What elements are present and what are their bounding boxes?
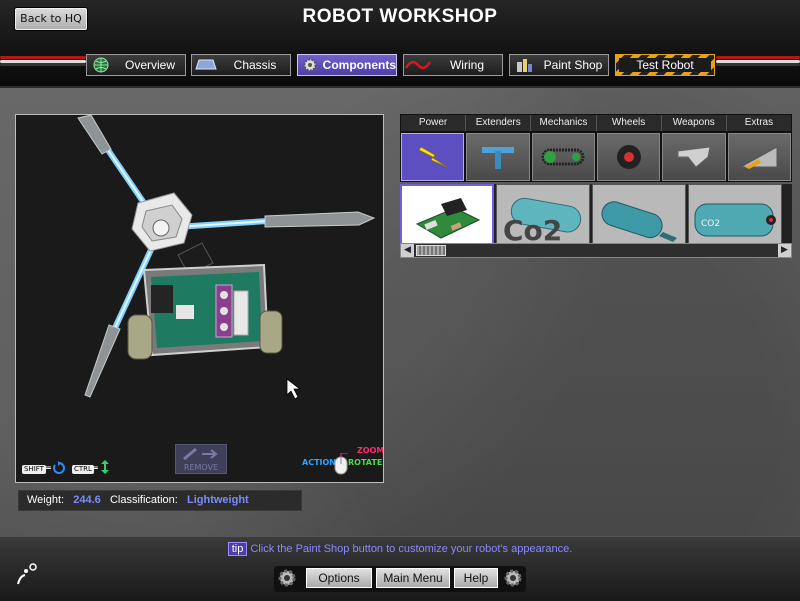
status-corner-icon (17, 563, 37, 585)
equals-sign: = (45, 463, 52, 472)
tip-text: Click the Paint Shop button to customize… (250, 543, 573, 555)
action-hint: ACTION (302, 458, 336, 467)
gear-icon (504, 569, 522, 587)
rotate-hint: ROTATE (348, 458, 383, 467)
tab-chassis[interactable]: Chassis (191, 54, 291, 76)
scroll-left-arrow-icon[interactable]: ◀ (401, 244, 414, 257)
spinner-hub (131, 192, 193, 252)
remove-button[interactable]: REMOVE (175, 444, 227, 474)
co2-canister-icon: Co2 (503, 197, 582, 247)
tab-paint-shop[interactable]: Paint Shop (509, 54, 609, 76)
page-title: ROBOT WORKSHOP (302, 6, 498, 27)
shift-key-hint: SHIFT (22, 465, 46, 474)
tip-badge: tip (227, 542, 248, 556)
tab-components[interactable]: Components (297, 54, 397, 76)
bottom-bar: tip Click the Paint Shop button to custom… (0, 536, 800, 601)
chain-drive-icon (541, 148, 585, 166)
category-buttons (400, 132, 792, 182)
category-wheels-button[interactable] (596, 133, 661, 181)
circuit-board-icon (415, 198, 481, 239)
tab-label: Wiring (449, 58, 484, 72)
scroll-right-arrow-icon[interactable]: ▶ (778, 244, 791, 257)
help-button[interactable]: Help (454, 568, 498, 588)
tip-line: tip Click the Paint Shop button to custom… (0, 542, 800, 556)
spinner-blades (77, 115, 376, 398)
category-weapons-button[interactable] (662, 133, 726, 181)
category-label-wheels: Wheels (597, 115, 662, 131)
rotate-icon (53, 461, 65, 474)
weapon-icon (677, 146, 711, 168)
category-power-button[interactable] (401, 133, 465, 181)
category-label-mechanics: Mechanics (531, 115, 597, 131)
main-menu-button[interactable]: Main Menu (376, 568, 450, 588)
options-button[interactable]: Options (306, 568, 372, 588)
mouse-icon (334, 453, 348, 475)
component-picker: Power Extenders Mechanics Wheels Weapons… (400, 114, 792, 260)
weight-value: 244.6 (73, 494, 101, 506)
category-label-extras: Extras (744, 117, 774, 128)
top-bar: Back to HQ ROBOT WORKSHOP Overview Chass… (0, 0, 800, 88)
robot-chassis (142, 263, 270, 357)
zoom-hint: ZOOM (357, 446, 384, 455)
tab-label: Overview (124, 58, 175, 72)
remove-label: REMOVE (183, 463, 219, 472)
category-header: Power Extenders Mechanics Wheels Weapons… (400, 114, 792, 132)
category-extenders-button[interactable] (466, 133, 530, 181)
category-label-power: Power (401, 115, 467, 131)
vertical-arrows-icon (101, 460, 109, 474)
gear-icon (278, 569, 296, 587)
remove-wrench-icon (183, 447, 218, 461)
scroll-thumb[interactable] (416, 245, 446, 256)
co2-tank-text: CO2 (701, 219, 720, 229)
tank-icon (601, 201, 677, 242)
tab-label: Test Robot (619, 58, 711, 72)
tab-label: Paint Shop (543, 58, 603, 72)
tab-label: Components (322, 58, 396, 72)
wire-icon (404, 55, 432, 75)
bottom-button-group: Options Main Menu Help (274, 566, 526, 592)
tab-wiring[interactable]: Wiring (403, 54, 503, 76)
tab-label: Chassis (233, 58, 277, 72)
tab-test-robot[interactable]: Test Robot (615, 54, 715, 76)
robot-model (77, 115, 376, 400)
tab-overview[interactable]: Overview (86, 54, 186, 76)
wedge-icon (739, 146, 778, 169)
parts-scrollbar[interactable]: ◀ ▶ (400, 243, 792, 258)
mouse-cursor (286, 378, 302, 400)
extender-icon (481, 147, 514, 169)
weight-label: Weight: (27, 494, 65, 506)
category-extras-button[interactable] (727, 133, 791, 181)
cable-decoration-right (716, 56, 800, 66)
co2-tank-icon: CO2 (694, 203, 776, 237)
robot-3d-viewport[interactable]: SHIFT = CTRL = REMOVE ACTION ZOOM ROTATE (15, 114, 384, 483)
category-label-extenders: Extenders (466, 115, 532, 131)
chassis-icon (192, 55, 220, 75)
equals-sign: = (92, 463, 99, 472)
cable-decoration-left (0, 56, 86, 66)
classification-label: Classification: (109, 494, 178, 506)
classification-value: Lightweight (187, 494, 249, 506)
category-mechanics-button[interactable] (531, 133, 595, 181)
lightning-icon (418, 146, 447, 168)
paint-cans-icon (510, 55, 538, 75)
globe-icon (87, 55, 115, 75)
wheel-icon (616, 145, 641, 169)
gear-icon (298, 55, 323, 75)
ctrl-key-hint: CTRL (72, 465, 94, 474)
category-label-weapons: Weapons (662, 115, 727, 131)
weight-classification-bar: Weight: 244.6 Classification: Lightweigh… (18, 490, 302, 511)
